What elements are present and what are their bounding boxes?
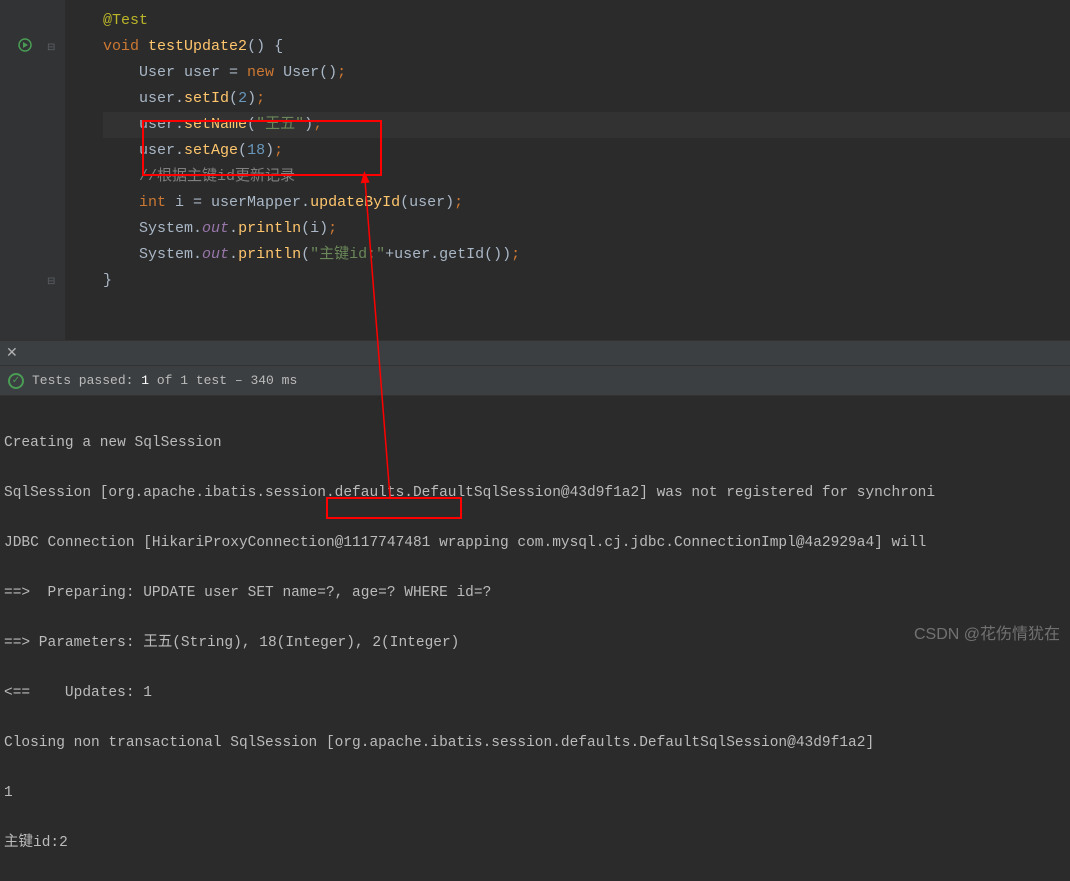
kw-void: void: [103, 38, 139, 55]
status-text: Tests passed: 1 of 1 test – 340 ms: [32, 373, 297, 388]
comment: //根据主键id更新记录: [139, 168, 295, 185]
panel-divider[interactable]: ✕: [0, 340, 1070, 366]
console-line: 主键id:2: [4, 831, 1066, 856]
console-line: 1: [4, 781, 1066, 806]
test-status-bar: ✓ Tests passed: 1 of 1 test – 340 ms: [0, 366, 1070, 396]
console-line: ==> Preparing: UPDATE user SET name=?, a…: [4, 581, 1066, 606]
close-icon[interactable]: ✕: [6, 345, 18, 362]
method-name: testUpdate2: [148, 38, 247, 55]
console-line: Closing non transactional SqlSession [or…: [4, 731, 1066, 756]
fold-icon[interactable]: ⊟: [47, 276, 57, 286]
watermark: CSDN @花伤情犹在: [914, 620, 1060, 644]
console-output[interactable]: Creating a new SqlSession SqlSession [or…: [0, 396, 1070, 881]
fold-icon[interactable]: ⊟: [47, 42, 57, 52]
check-icon: ✓: [8, 373, 24, 389]
console-line: SqlSession [org.apache.ibatis.session.de…: [4, 481, 1066, 506]
console-line: ==> Parameters: 王五(String), 18(Integer),…: [4, 631, 1066, 656]
code-content[interactable]: @Test void testUpdate2() { User user = n…: [65, 0, 1070, 340]
console-line: <== Updates: 1: [4, 681, 1066, 706]
gutter: ⊟ ⊟: [0, 0, 65, 340]
run-test-icon[interactable]: [18, 38, 32, 57]
code-editor[interactable]: ⊟ ⊟ @Test void testUpdate2() { User user…: [0, 0, 1070, 340]
annotation: @Test: [103, 12, 148, 29]
console-line: Creating a new SqlSession: [4, 431, 1066, 456]
console-line: JDBC Connection [HikariProxyConnection@1…: [4, 531, 1066, 556]
